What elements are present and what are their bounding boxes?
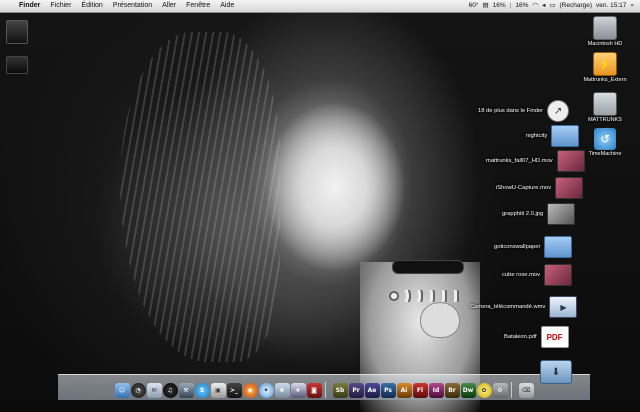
hard-drive-icon xyxy=(593,16,617,40)
external-drive-icon: ⚡ xyxy=(593,52,617,76)
dashboard-icon[interactable]: ◔ xyxy=(130,383,146,398)
battery-icon[interactable]: ▭ xyxy=(549,0,555,12)
stack-item-label: grapphiti 2.0.jpg xyxy=(502,211,544,217)
menu-edition[interactable]: Édition xyxy=(76,0,107,12)
desktop-icon-macintosh-hd[interactable]: Macintosh HD xyxy=(574,16,636,48)
premiere-icon[interactable]: Pr xyxy=(348,383,364,398)
terminal-icon[interactable]: >_ xyxy=(226,383,242,398)
illustrator-icon[interactable]: Ai xyxy=(396,383,412,398)
photo-booth-icon[interactable]: ◙ xyxy=(306,383,322,398)
dreamweaver-icon[interactable]: Dw xyxy=(460,383,476,398)
image-file-icon xyxy=(547,203,576,225)
temperature-readout[interactable]: 60° xyxy=(469,0,479,12)
stack-item[interactable]: iShowU-Capture.mov xyxy=(496,177,584,199)
indesign-icon[interactable]: Id xyxy=(428,383,444,398)
stack-item-label: cube rose.mov xyxy=(502,272,541,278)
desktop-icon-mattrunks[interactable]: MATTRUNKS xyxy=(574,92,636,124)
usb-drive-icon xyxy=(593,92,617,116)
wallpaper-hair xyxy=(120,32,280,362)
menu-finder[interactable]: Finder xyxy=(14,0,45,12)
menu-separator: | xyxy=(509,2,512,9)
menu-fenetre[interactable]: Fenêtre xyxy=(181,0,215,12)
automator-icon[interactable]: ⚙ xyxy=(492,383,508,398)
preview-icon[interactable]: ▣ xyxy=(210,383,226,398)
menu-bar: Finder Fichier Édition Présentation Alle… xyxy=(0,0,640,13)
wifi-icon[interactable]: ◠ xyxy=(532,0,538,12)
volume-icon[interactable]: ◂ xyxy=(542,0,545,12)
trash-icon[interactable]: ⌫ xyxy=(518,383,534,398)
stack-more-label: 18 de plus dans le Finder xyxy=(478,108,544,114)
menu-extras: 60° ▤ 16% | 16% ◠ ◂ ▭ (Recharge) ven. 15… xyxy=(469,0,640,12)
battery-status[interactable]: (Recharge) xyxy=(559,0,592,12)
video-file-icon: ▶ xyxy=(549,296,578,318)
imovie-icon[interactable]: ★ xyxy=(290,383,306,398)
folder-icon xyxy=(544,236,573,258)
flash-icon[interactable]: Fl xyxy=(412,383,428,398)
xcode-icon[interactable]: ⚒ xyxy=(178,383,194,398)
dock: ☺ ◔ ✉ ♫ ⚒ S ▣ >_ ◉ ✦ ❀ ★ ◙ Sb Pr Ae Ps A… xyxy=(58,374,590,400)
dock-separator xyxy=(510,382,516,398)
adium-icon[interactable]: ✿ xyxy=(476,383,492,398)
mail-icon[interactable]: ✉ xyxy=(146,383,162,398)
stack-item[interactable]: Bataleon.pdf PDF xyxy=(504,326,569,348)
stack-item[interactable]: mattrunks_fall07_HD.mov xyxy=(486,150,585,172)
stack-item[interactable]: Camera_télécommandé.wmv ▶ xyxy=(470,296,578,318)
skype-icon[interactable]: S xyxy=(194,383,210,398)
stack-item[interactable]: nightcity xyxy=(526,125,580,147)
stack-item-label: Camera_télécommandé.wmv xyxy=(470,304,546,310)
itunes-icon[interactable]: ♫ xyxy=(162,383,178,398)
downloads-stack-icon[interactable]: ⬇ xyxy=(540,360,572,384)
finder-icon[interactable]: ☺ xyxy=(114,383,130,398)
menu-aide[interactable]: Aide xyxy=(215,0,239,12)
bridge-icon[interactable]: Br xyxy=(444,383,460,398)
after-effects-icon[interactable]: Ae xyxy=(364,383,380,398)
wallpaper-heart-pendant xyxy=(420,302,460,338)
stack-item[interactable]: goticonswallpaper xyxy=(494,236,573,258)
stack-item-label: goticonswallpaper xyxy=(494,244,541,250)
pdf-file-icon: PDF xyxy=(540,326,569,348)
clock[interactable]: ven. 15:17 xyxy=(596,0,626,12)
cpu-readout-2[interactable]: 16% xyxy=(515,0,528,12)
stack-item-label: Bataleon.pdf xyxy=(504,334,537,340)
stack-item-label: nightcity xyxy=(526,133,548,139)
desktop-widget-icon-2[interactable] xyxy=(6,56,28,74)
stack-item[interactable]: grapphiti 2.0.jpg xyxy=(502,203,576,225)
menu-aller[interactable]: Aller xyxy=(157,0,181,12)
iphoto-icon[interactable]: ❀ xyxy=(274,383,290,398)
movie-file-icon xyxy=(555,177,584,199)
stack-item-label: mattrunks_fall07_HD.mov xyxy=(486,158,553,164)
desktop-icon-mattrunks-extern[interactable]: ⚡ Mattrunks_Extern xyxy=(574,52,636,84)
desktop-icon-label: Mattrunks_Extern xyxy=(583,77,627,83)
movie-file-icon xyxy=(556,150,585,172)
desktop-icon-label: MATTRUNKS xyxy=(588,117,622,123)
movie-file-icon xyxy=(544,264,573,286)
stack-item[interactable]: cube rose.mov xyxy=(502,264,573,286)
folder-icon xyxy=(551,125,580,147)
photoshop-icon[interactable]: Ps xyxy=(380,383,396,398)
cpu-readout[interactable]: 16% xyxy=(493,0,506,12)
wallpaper-bracelet xyxy=(392,260,464,274)
wallpaper-beads xyxy=(388,290,466,302)
safari-icon[interactable]: ✦ xyxy=(258,383,274,398)
desktop-icon-label: Macintosh HD xyxy=(587,41,623,47)
menu-presentation[interactable]: Présentation xyxy=(108,0,157,12)
spotlight-icon[interactable]: ⌕ xyxy=(630,0,634,12)
stack-item-label: iShowU-Capture.mov xyxy=(496,185,552,191)
stack-show-more[interactable]: 18 de plus dans le Finder ↗ xyxy=(478,100,570,122)
menu-fichier[interactable]: Fichier xyxy=(45,0,76,12)
dock-separator xyxy=(324,382,330,398)
arrow-icon: ↗ xyxy=(547,100,570,122)
desktop-widget-icon[interactable] xyxy=(6,20,28,44)
time-machine-icon: ↺ xyxy=(594,128,616,150)
firefox-icon[interactable]: ◉ xyxy=(242,383,258,398)
chart-icon[interactable]: ▤ xyxy=(483,0,489,12)
soundbooth-icon[interactable]: Sb xyxy=(332,383,348,398)
